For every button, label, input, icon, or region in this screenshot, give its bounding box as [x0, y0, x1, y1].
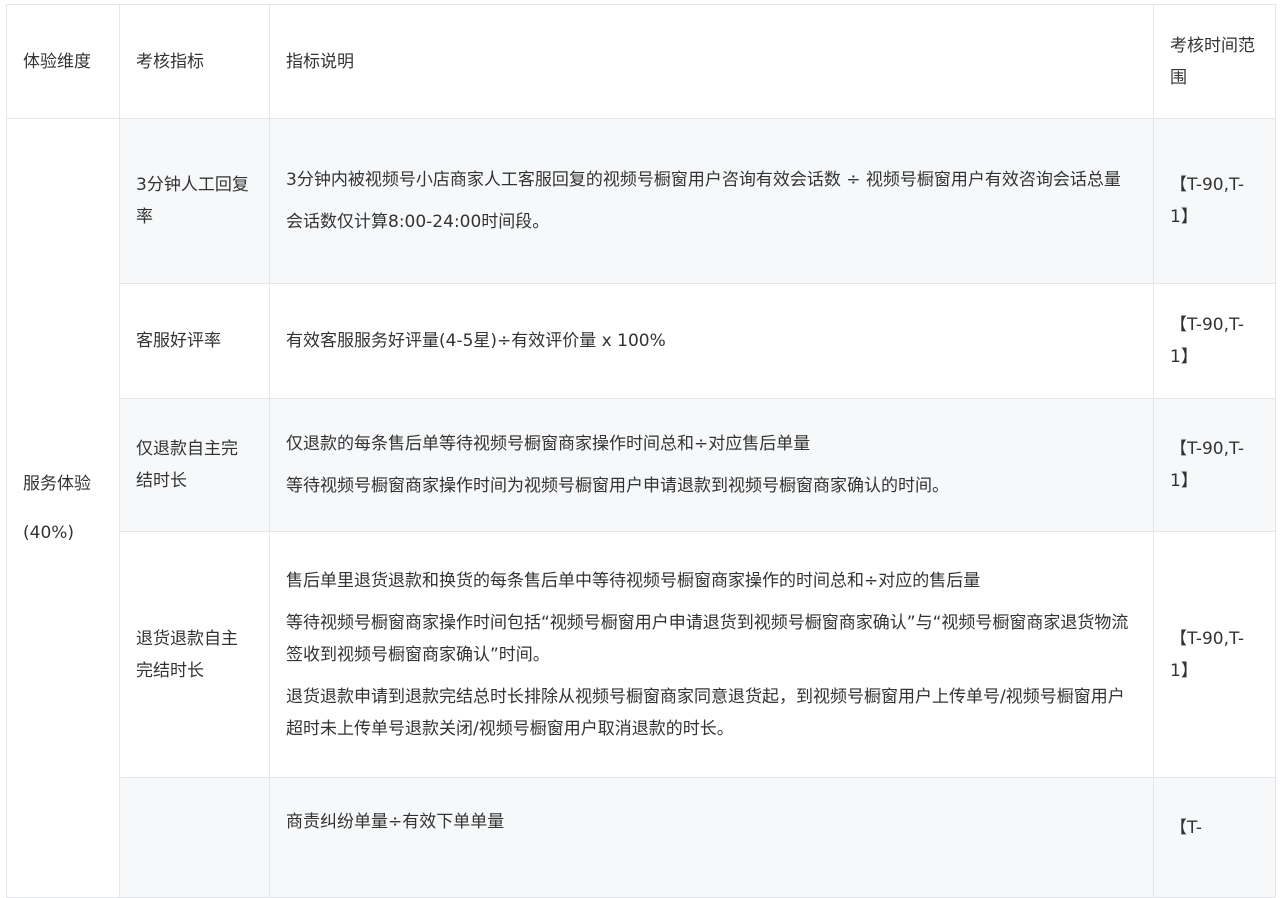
description-paragraph: 仅退款的每条售后单等待视频号橱窗商家操作时间总和÷对应售后单量: [286, 434, 811, 454]
indicator-cell: 退货退款自主完结时长: [119, 531, 270, 778]
header-time-range: 考核时间范围: [1153, 4, 1276, 119]
table-body: 服务体验 (40%) 3分钟人工回复率 3分钟内被视频号小店商家人工客服回复的视…: [6, 118, 1276, 898]
metrics-table: 体验维度 考核指标 指标说明 考核时间范围 服务体验 (40%) 3分钟人工回复…: [6, 4, 1276, 898]
table-row: 退货退款自主完结时长 售后单里退货退款和换货的每条售后单中等待视频号橱窗商家操作…: [7, 531, 1276, 778]
description-paragraph: 退货退款申请到退款完结总时长排除从视频号橱窗商家同意退货起，到视频号橱窗用户上传…: [286, 686, 1125, 739]
description-cell: 有效客服服务好评量(4-5星)÷有效评价量 x 100%: [269, 283, 1154, 399]
time-range-cell: 【T-90,T-1】: [1153, 398, 1276, 532]
description-paragraph: 有效客服服务好评量(4-5星)÷有效评价量 x 100%: [286, 331, 666, 351]
indicator-cell: 3分钟人工回复率: [119, 118, 270, 284]
indicator-cell: 仅退款自主完结时长: [119, 398, 270, 532]
description-paragraph: 等待视频号橱窗商家操作时间包括“视频号橱窗用户申请退货到视频号橱窗商家确认”与“…: [286, 612, 1129, 665]
description-cell: 仅退款的每条售后单等待视频号橱窗商家操作时间总和÷对应售后单量 等待视频号橱窗商…: [269, 398, 1154, 532]
header-description: 指标说明: [269, 4, 1154, 119]
description-paragraph: 商责纠纷单量÷有效下单单量: [286, 812, 505, 832]
description-cell: 售后单里退货退款和换货的每条售后单中等待视频号橱窗商家操作的时间总和÷对应的售后…: [269, 531, 1154, 778]
time-range-cell: 【T-90,T-1】: [1153, 531, 1276, 778]
time-range-cell: 【T-90,T-1】: [1153, 118, 1276, 284]
time-range-cell: 【T-90,T-1】: [1153, 283, 1276, 399]
table-row: 客服好评率 有效客服服务好评量(4-5星)÷有效评价量 x 100% 【T-90…: [7, 283, 1276, 399]
table-row: 商责纠纷单量÷有效下单单量 【T-: [7, 777, 1276, 898]
header-row: 体验维度 考核指标 指标说明 考核时间范围: [6, 4, 1276, 119]
header-dimension: 体验维度: [6, 4, 120, 119]
description-paragraph: 等待视频号橱窗商家操作时间为视频号橱窗用户申请退款到视频号橱窗商家确认的时间。: [286, 476, 949, 496]
time-range-cell: 【T-: [1153, 777, 1276, 898]
dimension-name: 服务体验: [23, 473, 91, 494]
dimension-weight: (40%): [23, 522, 75, 543]
description-cell: 3分钟内被视频号小店商家人工客服回复的视频号橱窗用户咨询有效会话数 ÷ 视频号橱…: [269, 118, 1154, 284]
description-paragraph: 售后单里退货退款和换货的每条售后单中等待视频号橱窗商家操作的时间总和÷对应的售后…: [286, 570, 981, 591]
table-row: 服务体验 (40%) 3分钟人工回复率 3分钟内被视频号小店商家人工客服回复的视…: [6, 118, 1276, 898]
indicator-cell: 客服好评率: [119, 283, 270, 399]
indicator-cell: [119, 777, 270, 898]
dimension-cell: 服务体验 (40%): [6, 118, 120, 898]
table-header: 体验维度 考核指标 指标说明 考核时间范围: [6, 4, 1276, 119]
header-indicator: 考核指标: [119, 4, 270, 119]
description-paragraph: 会话数仅计算8:00-24:00时间段。: [286, 212, 550, 232]
table-row: 仅退款自主完结时长 仅退款的每条售后单等待视频号橱窗商家操作时间总和÷对应售后单…: [7, 398, 1276, 532]
description-paragraph: 3分钟内被视频号小店商家人工客服回复的视频号橱窗用户咨询有效会话数 ÷ 视频号橱…: [286, 170, 1121, 190]
description-cell: 商责纠纷单量÷有效下单单量: [269, 777, 1154, 898]
